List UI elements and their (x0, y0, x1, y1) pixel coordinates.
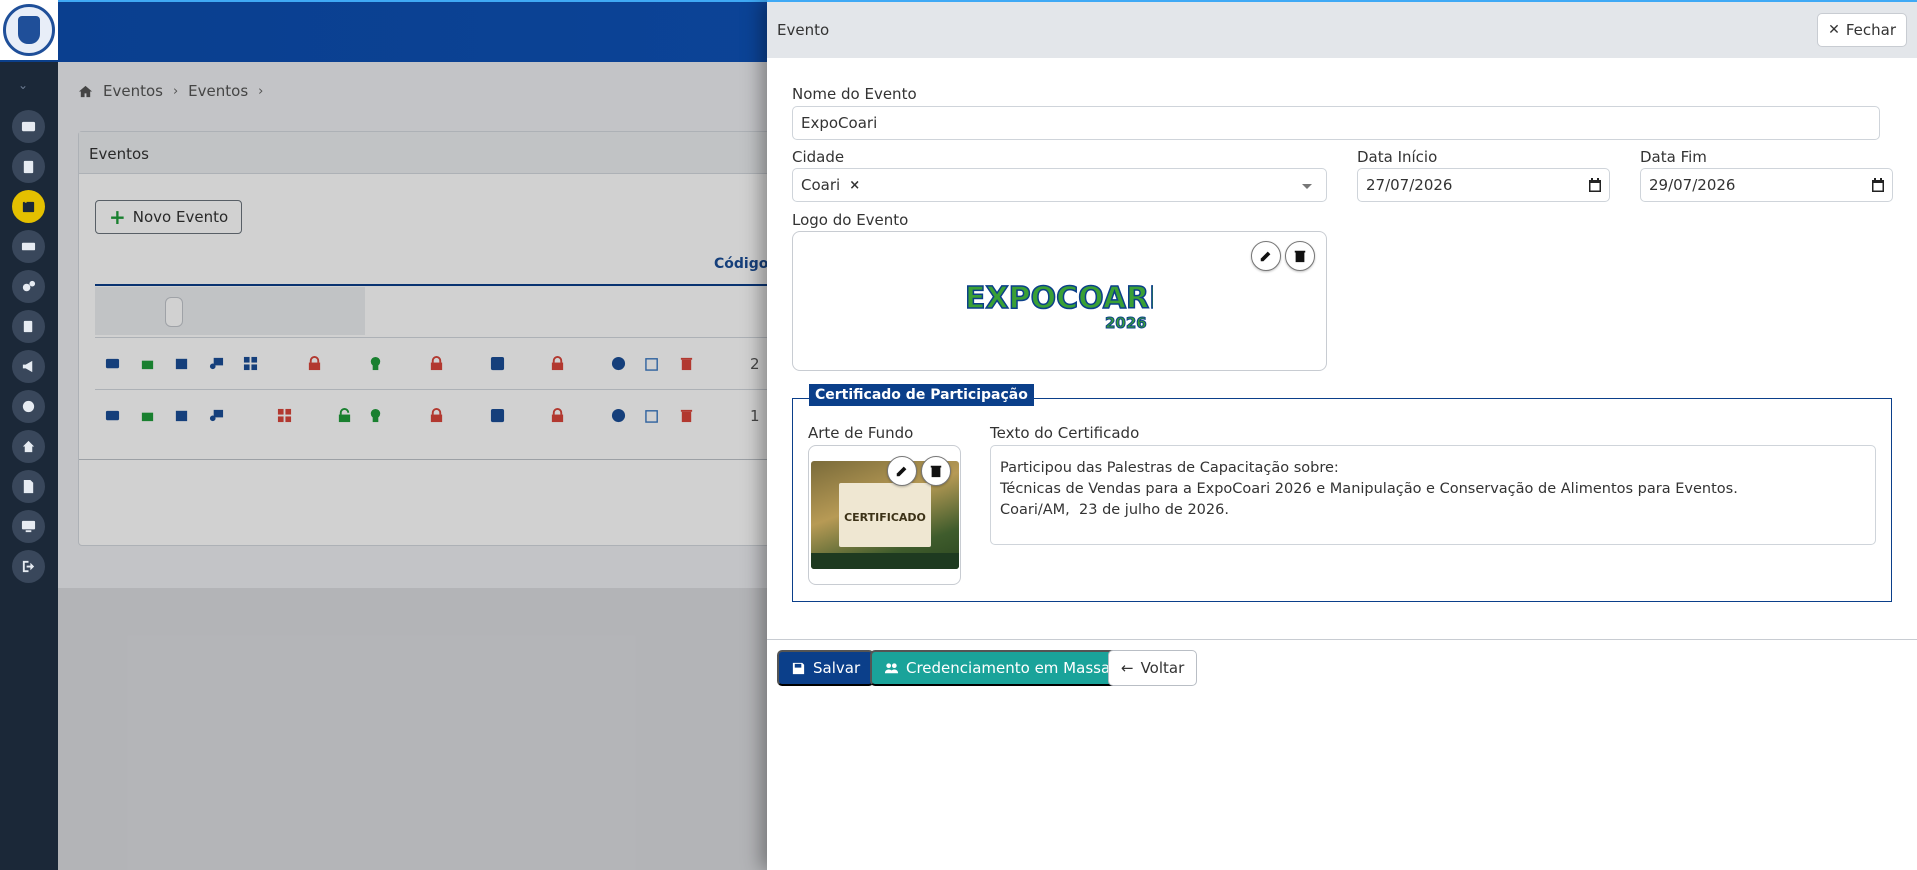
save-button[interactable]: Salvar (777, 650, 875, 686)
brand-logo[interactable] (0, 0, 58, 62)
certificate-legend: Certificado de Participação (809, 384, 1034, 406)
certificate-text-area[interactable]: Participou das Palestras de Capacitação … (990, 445, 1876, 545)
end-date-label: Data Fim (1640, 148, 1707, 166)
footer-divider (767, 639, 1917, 640)
rail-documents-icon[interactable] (12, 310, 45, 343)
logo-upload-box: EXPOCOARI 2026 (792, 231, 1327, 371)
arrow-left-icon: ← (1121, 659, 1134, 677)
collapse-chevron-icon[interactable]: ⌄ (18, 78, 28, 92)
start-date-label: Data Início (1357, 148, 1438, 166)
chevron-down-icon[interactable] (1302, 184, 1312, 189)
city-tag: Coari (801, 176, 841, 194)
end-date-field[interactable] (1640, 168, 1893, 202)
logo-wordmark: EXPOCOARI (965, 281, 1153, 316)
close-icon: ✕ (1828, 22, 1840, 38)
close-button[interactable]: ✕ Fechar (1817, 13, 1907, 47)
background-art-label: Arte de Fundo (808, 424, 914, 442)
side-rail: ⌄ (0, 0, 58, 870)
remove-tag-icon[interactable]: × (849, 178, 860, 193)
users-icon (884, 662, 899, 673)
back-label: Voltar (1140, 659, 1185, 677)
floppy-disk-icon (792, 662, 805, 674)
event-drawer: Evento ✕ Fechar Nome do Evento Cidade Co… (767, 0, 1917, 870)
rail-megaphone-icon[interactable] (12, 350, 45, 383)
rail-calendar-icon[interactable] (12, 190, 45, 223)
start-date-input[interactable] (1366, 176, 1601, 194)
certificate-word: CERTIFICADO (844, 511, 926, 524)
event-logo-image: EXPOCOARI 2026 (964, 280, 1153, 332)
pencil-icon (896, 466, 907, 477)
edit-logo-button[interactable] (1251, 241, 1281, 271)
drawer-title: Evento (777, 21, 830, 39)
trash-icon (930, 465, 942, 478)
event-name-label: Nome do Evento (792, 85, 917, 103)
certificate-text-line: Técnicas de Vendas para a ExpoCoari 2026… (1000, 481, 1738, 497)
rail-logout-icon[interactable] (12, 550, 45, 583)
back-button[interactable]: ← Voltar (1108, 650, 1198, 686)
certificate-text-label: Texto do Certificado (990, 424, 1140, 442)
logo-year: 2026 (1105, 314, 1147, 332)
save-label: Salvar (813, 659, 861, 677)
trash-icon (1294, 250, 1306, 263)
edit-background-button[interactable] (887, 456, 917, 486)
rail-id-card-icon[interactable] (12, 110, 45, 143)
rail-file-icon[interactable] (12, 470, 45, 503)
certificate-section: Certificado de Participação Arte de Fund… (792, 384, 1892, 602)
event-name-input[interactable] (801, 114, 1871, 132)
drawer-header: Evento ✕ Fechar (767, 2, 1917, 58)
start-date-field[interactable] (1357, 168, 1610, 202)
rail-gears-icon[interactable] (12, 270, 45, 303)
rail-clipboard-icon[interactable] (12, 150, 45, 183)
end-date-input[interactable] (1649, 176, 1884, 194)
city-select[interactable]: Coari × (792, 168, 1327, 202)
mass-credentialing-button[interactable]: Credenciamento em Massa (870, 650, 1125, 686)
rail-money-icon[interactable] (12, 230, 45, 263)
delete-background-button[interactable] (921, 456, 951, 486)
backdrop-shade (58, 588, 768, 870)
delete-logo-button[interactable] (1285, 241, 1315, 271)
calendar-icon[interactable] (1870, 177, 1886, 193)
pencil-icon (1260, 251, 1271, 262)
rail-home-icon[interactable] (12, 430, 45, 463)
certificate-text-line: Participou das Palestras de Capacitação … (1000, 460, 1339, 476)
close-label: Fechar (1845, 21, 1896, 39)
rail-globe-icon[interactable] (12, 390, 45, 423)
background-art-box: CERTIFICADO (808, 445, 961, 585)
calendar-icon[interactable] (1587, 177, 1603, 193)
event-name-field[interactable] (792, 106, 1880, 140)
mass-credentialing-label: Credenciamento em Massa (906, 659, 1111, 677)
city-label: Cidade (792, 148, 845, 166)
rail-monitor-icon[interactable] (12, 510, 45, 543)
logo-label: Logo do Evento (792, 211, 909, 229)
certificate-text-line: Coari/AM, 23 de julho de 2026. (1000, 502, 1229, 518)
